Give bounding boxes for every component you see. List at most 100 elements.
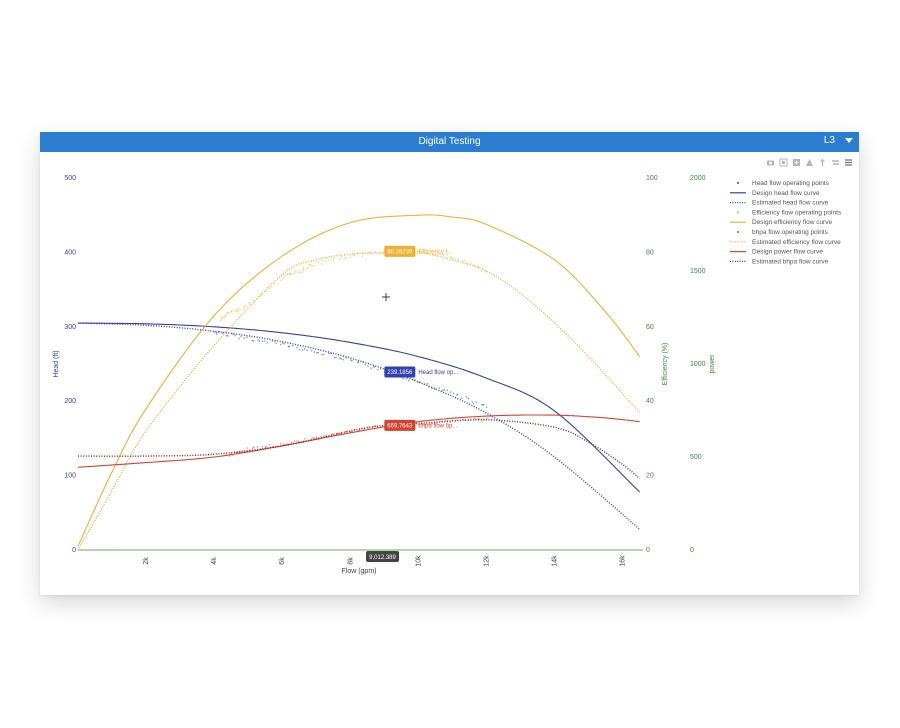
data-point xyxy=(286,273,289,276)
legend-label: bhpa flow operating points xyxy=(752,229,829,236)
data-point xyxy=(381,252,384,255)
data-point xyxy=(246,336,248,339)
data-point xyxy=(265,445,267,448)
data-point xyxy=(246,447,248,449)
data-point xyxy=(290,272,293,275)
data-point xyxy=(321,353,323,356)
data-point xyxy=(335,356,337,359)
data-point xyxy=(370,367,372,370)
series-line xyxy=(77,251,641,551)
data-point xyxy=(464,259,466,262)
data-point xyxy=(331,433,334,435)
legend-item[interactable]: Efficiency flow operating points xyxy=(737,209,842,216)
data-point xyxy=(340,255,343,258)
data-point xyxy=(354,255,356,257)
data-point xyxy=(363,252,365,254)
data-point xyxy=(481,420,483,422)
hover-label-text: Head flow op... xyxy=(418,370,458,376)
efficiency-tick-label: 20 xyxy=(646,473,654,480)
data-point xyxy=(378,252,381,255)
legend-item[interactable]: Head flow operating points xyxy=(737,180,830,187)
data-point xyxy=(311,436,313,439)
data-point xyxy=(296,440,298,442)
data-point xyxy=(376,252,378,254)
data-point xyxy=(273,282,276,285)
data-point xyxy=(303,437,306,440)
data-point xyxy=(248,301,250,304)
data-point xyxy=(302,270,305,272)
data-point xyxy=(214,331,216,334)
legend-item[interactable]: Estimated efficiency flow curve xyxy=(730,239,841,246)
data-point xyxy=(333,257,335,260)
legend-label: Estimated head flow curve xyxy=(752,200,829,207)
data-point xyxy=(219,319,222,322)
power-tick-label: 1500 xyxy=(690,268,706,275)
data-point xyxy=(266,341,268,344)
data-point xyxy=(268,443,271,446)
data-point xyxy=(293,271,296,274)
data-point xyxy=(314,261,317,264)
x-axis-label: Flow (gpm) xyxy=(341,568,376,575)
data-point xyxy=(471,401,474,403)
hover-annotations: 80.26239 Efficiency f... 239.1856 Head flow… xyxy=(384,245,459,431)
data-point xyxy=(315,436,318,438)
data-point xyxy=(253,446,255,449)
data-point xyxy=(438,387,441,389)
hover-label-text: Efficiency f... xyxy=(418,249,452,255)
hover-label: 80.26239 Efficiency f... xyxy=(384,245,453,257)
efficiency-tick-label: 100 xyxy=(646,175,658,182)
legend-label: Design efficiency flow curve xyxy=(752,219,832,226)
data-point xyxy=(456,393,459,396)
data-point xyxy=(299,271,302,273)
data-point xyxy=(324,260,327,263)
hover-label: 239.1856 Head flow op... xyxy=(384,366,459,378)
data-point xyxy=(238,337,240,340)
data-point xyxy=(277,282,279,284)
data-point xyxy=(291,344,294,347)
data-point xyxy=(257,339,259,341)
data-point xyxy=(480,403,483,406)
x-tick-label: 16k xyxy=(620,555,627,567)
chart-series xyxy=(77,214,641,551)
data-point xyxy=(460,397,463,400)
data-point xyxy=(364,364,366,366)
efficiency-tick-label: 0 xyxy=(646,547,650,554)
efficiency-tick-label: 60 xyxy=(646,324,654,331)
efficiency-axis-label: Efficiency (%) xyxy=(662,343,669,386)
data-point xyxy=(243,337,245,339)
data-point xyxy=(324,434,326,437)
data-point xyxy=(426,382,429,385)
legend-item[interactable]: Estimated head flow curve xyxy=(730,200,829,207)
data-point xyxy=(305,268,307,271)
data-point xyxy=(328,352,330,355)
data-point xyxy=(333,356,336,359)
data-point xyxy=(283,443,285,445)
series-estimated-bhpa-flow-curve xyxy=(78,419,641,479)
legend-item[interactable]: Design head flow curve xyxy=(730,190,820,197)
data-point xyxy=(321,263,324,265)
data-point xyxy=(302,267,305,270)
data-point xyxy=(345,257,347,259)
series-line xyxy=(77,414,640,468)
legend-item[interactable]: Design efficiency flow curve xyxy=(730,219,832,226)
data-point xyxy=(290,441,293,444)
data-point xyxy=(279,442,282,445)
data-point xyxy=(220,318,223,321)
legend-item[interactable]: Estimated bhpa flow curve xyxy=(730,258,829,265)
data-point xyxy=(256,446,259,448)
data-point xyxy=(232,333,234,335)
data-point xyxy=(480,270,483,272)
data-point xyxy=(221,315,224,317)
chart-plot: Flow (gpm) Head (ft) Efficiency (%) powe… xyxy=(53,175,842,575)
data-point xyxy=(474,417,476,420)
data-point xyxy=(243,307,245,310)
data-point xyxy=(461,259,464,261)
legend-item[interactable]: bhpa flow operating points xyxy=(737,229,829,236)
hover-label-value: 239.1856 xyxy=(387,370,413,376)
data-point xyxy=(327,259,330,261)
legend-item[interactable]: Design power flow curve xyxy=(730,249,823,256)
power-tick-label: 500 xyxy=(690,454,702,461)
series-line xyxy=(77,214,641,547)
legend-label: Design power flow curve xyxy=(752,249,823,256)
power-tick-label: 2000 xyxy=(690,175,706,182)
